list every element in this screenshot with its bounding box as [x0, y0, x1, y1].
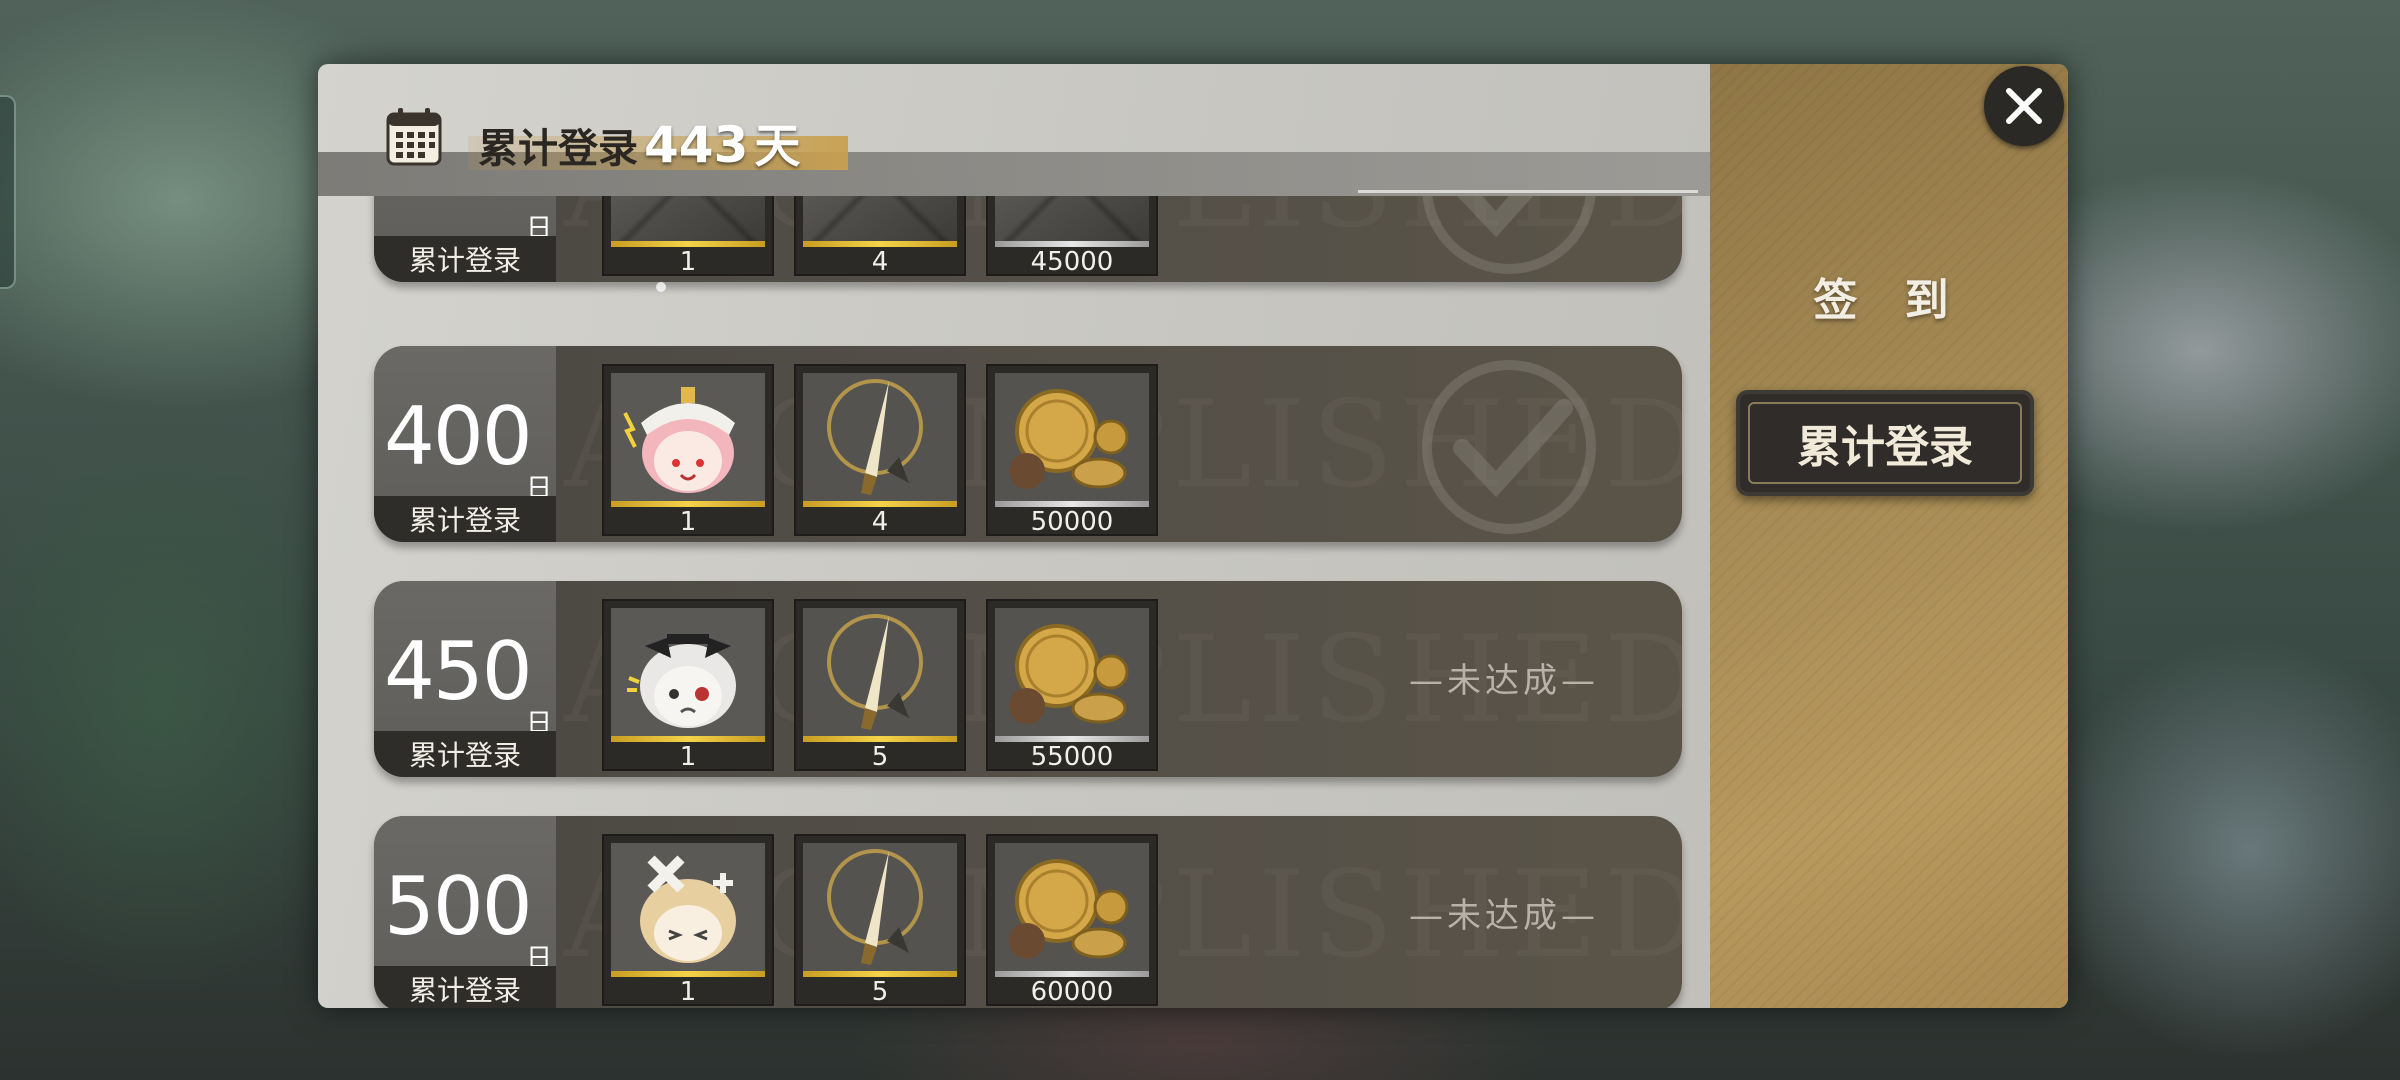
- day-label: 累计登录: [374, 496, 556, 542]
- item-count: 50000: [1030, 507, 1114, 537]
- item-count: 1: [679, 507, 697, 537]
- reward-item[interactable]: 5: [794, 834, 966, 1006]
- title-prefix: 累计登录: [478, 126, 638, 172]
- character-token-icon: [611, 196, 765, 241]
- item-count: 5: [871, 742, 889, 772]
- item-count: 4: [871, 247, 889, 277]
- item-count: 5: [871, 977, 889, 1007]
- left-edge-tab[interactable]: [0, 95, 16, 289]
- reward-item[interactable]: 1: [602, 364, 774, 536]
- day-block: 450 日 累计登录: [374, 581, 556, 777]
- close-icon: [2006, 88, 2042, 124]
- item-count: 1: [679, 742, 697, 772]
- reward-row: 400 日 累计登录 ACCOMPLISHED 1: [374, 346, 1682, 542]
- reward-list[interactable]: 日 累计登录 ACCOMPLISHED 1 4 45000: [318, 196, 1710, 1008]
- reward-item[interactable]: 1: [602, 599, 774, 771]
- calendar-icon: [386, 108, 442, 166]
- side-tab-panel: 签 到 累计登录: [1710, 64, 2068, 1008]
- tab-sign-in[interactable]: 签 到: [1710, 264, 2068, 328]
- login-days-unit: 天: [754, 119, 801, 173]
- reward-item[interactable]: 5: [794, 599, 966, 771]
- scroll-indicator-dot: [656, 282, 666, 292]
- tab-cumulative-login-label: 累计登录: [1748, 402, 2022, 484]
- cumulative-login-dialog: 累计登录 443 天 日 累计登录 ACCOMPLISHED 1 4: [318, 64, 2068, 1008]
- day-number: 400: [384, 390, 533, 483]
- reward-item[interactable]: 45000: [986, 196, 1158, 276]
- reward-item[interactable]: 1: [602, 196, 774, 276]
- blade-icon: [803, 843, 957, 971]
- blade-icon: [803, 608, 957, 736]
- claimed-check-icon: [1422, 360, 1596, 534]
- day-block: 400 日 累计登录: [374, 346, 556, 542]
- pink-hair-character-icon: [611, 373, 765, 501]
- day-label: 累计登录: [374, 966, 556, 1008]
- reward-item[interactable]: 4: [794, 364, 966, 536]
- status-not-achieved: —未达成—: [1409, 661, 1599, 701]
- day-number: 500: [384, 860, 533, 953]
- day-block: 日 累计登录: [374, 196, 556, 282]
- coins-icon: [995, 608, 1149, 736]
- header-divider: [1358, 190, 1698, 193]
- day-number: 450: [384, 625, 533, 718]
- reward-item[interactable]: 60000: [986, 834, 1158, 1006]
- item-count: 1: [679, 247, 697, 277]
- reward-item[interactable]: 4: [794, 196, 966, 276]
- reward-row: 450 日 累计登录 ACCOMPLISHED: [374, 581, 1682, 777]
- day-label: 累计登录: [374, 731, 556, 777]
- claimed-check-icon: [1422, 196, 1596, 274]
- coins-icon: [995, 196, 1149, 241]
- close-button[interactable]: [1984, 66, 2064, 146]
- item-count: 45000: [1030, 247, 1114, 277]
- reward-item[interactable]: 1: [602, 834, 774, 1006]
- tab-cumulative-login[interactable]: 累计登录: [1736, 390, 2034, 496]
- coins-icon: [995, 373, 1149, 501]
- coins-icon: [995, 843, 1149, 971]
- status-not-achieved: —未达成—: [1409, 896, 1599, 936]
- reward-row: 日 累计登录 ACCOMPLISHED 1 4 45000: [374, 196, 1682, 282]
- login-days-count: 443: [644, 116, 749, 174]
- item-count: 55000: [1030, 742, 1114, 772]
- reward-row: 500 日 累计登录 ACCOMPLISHED 1: [374, 816, 1682, 1008]
- blade-icon: [803, 196, 957, 241]
- reward-item[interactable]: 55000: [986, 599, 1158, 771]
- white-hair-character-icon: [611, 608, 765, 736]
- blonde-character-icon: [611, 843, 765, 971]
- page-title: 累计登录 443 天: [478, 110, 800, 174]
- day-label: 累计登录: [374, 236, 556, 282]
- reward-item[interactable]: 50000: [986, 364, 1158, 536]
- day-block: 500 日 累计登录: [374, 816, 556, 1008]
- item-count: 60000: [1030, 977, 1114, 1007]
- item-count: 1: [679, 977, 697, 1007]
- blade-icon: [803, 373, 957, 501]
- item-count: 4: [871, 507, 889, 537]
